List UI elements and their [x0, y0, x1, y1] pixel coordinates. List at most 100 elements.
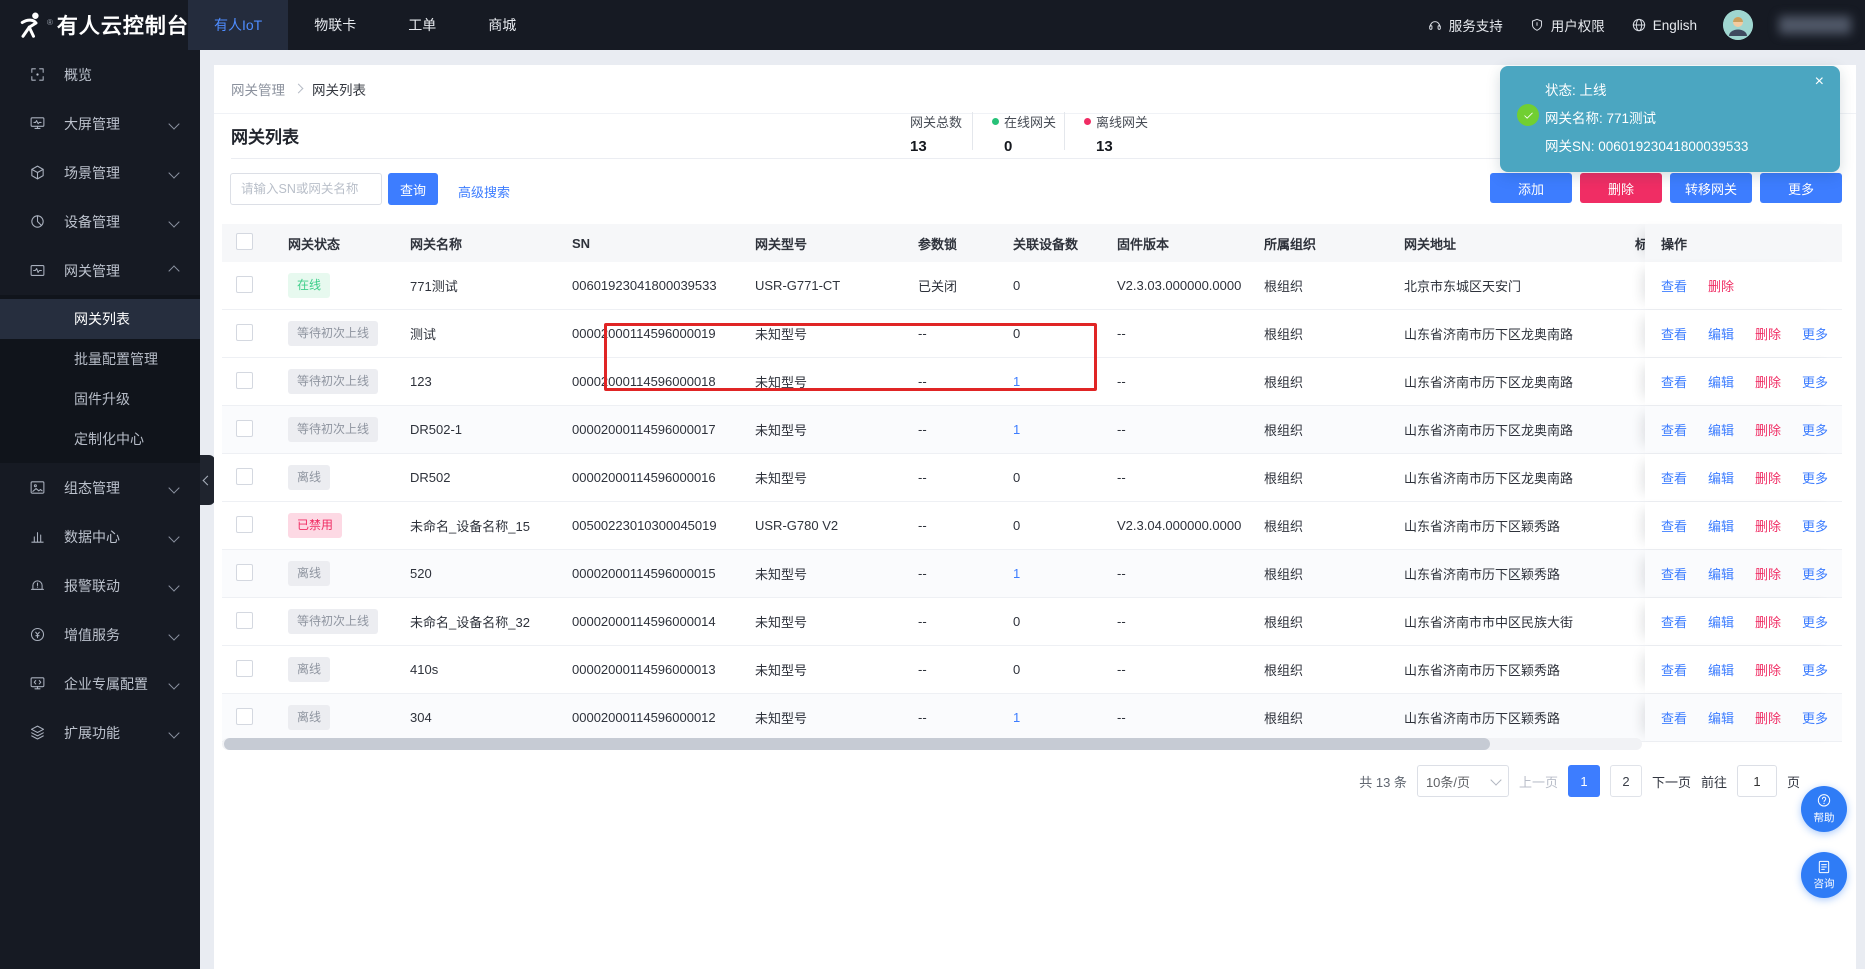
- device-count[interactable]: 1: [1013, 710, 1020, 725]
- device-count[interactable]: 1: [1013, 422, 1020, 437]
- row-checkbox[interactable]: [236, 371, 253, 389]
- search-button[interactable]: 查询: [388, 173, 438, 205]
- op-delete-link[interactable]: 删除: [1755, 468, 1781, 487]
- op-edit-link[interactable]: 编辑: [1708, 468, 1734, 487]
- op-more-link[interactable]: 更多: [1802, 324, 1828, 343]
- language-switcher[interactable]: English: [1631, 17, 1697, 33]
- page-button-2[interactable]: 2: [1609, 765, 1642, 797]
- op-more-link[interactable]: 更多: [1802, 420, 1828, 439]
- op-more-link[interactable]: 更多: [1802, 372, 1828, 391]
- advanced-search-link[interactable]: 高级搜索: [458, 182, 510, 201]
- row-checkbox[interactable]: [236, 515, 253, 533]
- horizontal-scrollbar-thumb[interactable]: [224, 738, 1490, 750]
- select-all-checkbox[interactable]: [236, 233, 253, 250]
- op-delete-link[interactable]: 删除: [1708, 276, 1734, 295]
- op-view-link[interactable]: 查看: [1661, 468, 1687, 487]
- row-checkbox[interactable]: [236, 323, 253, 341]
- op-view-link[interactable]: 查看: [1661, 372, 1687, 391]
- op-delete-link[interactable]: 删除: [1755, 420, 1781, 439]
- op-view-link[interactable]: 查看: [1661, 564, 1687, 583]
- top-tab-2[interactable]: 物联卡: [288, 0, 382, 50]
- op-view-link[interactable]: 查看: [1661, 420, 1687, 439]
- op-edit-link[interactable]: 编辑: [1708, 564, 1734, 583]
- consult-float-button[interactable]: 咨询: [1801, 852, 1847, 898]
- row-checkbox[interactable]: [236, 419, 253, 437]
- op-view-link[interactable]: 查看: [1661, 708, 1687, 727]
- op-view-link[interactable]: 查看: [1661, 612, 1687, 631]
- help-float-button[interactable]: 帮助: [1801, 786, 1847, 832]
- op-more-link[interactable]: 更多: [1802, 468, 1828, 487]
- op-view-link[interactable]: 查看: [1661, 516, 1687, 535]
- sidebar-item-5[interactable]: 网关管理: [0, 246, 200, 295]
- op-view-link[interactable]: 查看: [1661, 324, 1687, 343]
- action-button-转移网关[interactable]: 转移网关: [1670, 173, 1752, 203]
- op-view-link[interactable]: 查看: [1661, 276, 1687, 295]
- sidebar-item-1[interactable]: 概览: [0, 50, 200, 99]
- action-button-更多[interactable]: 更多: [1760, 173, 1842, 203]
- sidebar-subitem-网关列表[interactable]: 网关列表: [0, 299, 200, 339]
- horizontal-scrollbar-track[interactable]: [222, 738, 1642, 750]
- help-label: 帮助: [1813, 812, 1835, 824]
- sidebar-item-10[interactable]: 企业专属配置: [0, 659, 200, 708]
- row-checkbox[interactable]: [236, 563, 253, 581]
- sidebar-subitem-批量配置管理[interactable]: 批量配置管理: [0, 339, 200, 379]
- firmware-version: --: [1117, 614, 1126, 629]
- action-button-删除[interactable]: 删除: [1580, 173, 1662, 203]
- user-permissions[interactable]: 用户权限: [1529, 15, 1605, 35]
- sidebar-item-6[interactable]: 组态管理: [0, 463, 200, 512]
- sidebar-item-11[interactable]: 扩展功能: [0, 708, 200, 757]
- sidebar-item-7[interactable]: 数据中心: [0, 512, 200, 561]
- op-more-link[interactable]: 更多: [1802, 564, 1828, 583]
- op-delete-link[interactable]: 删除: [1755, 612, 1781, 631]
- op-edit-link[interactable]: 编辑: [1708, 420, 1734, 439]
- page-button-1[interactable]: 1: [1567, 765, 1600, 797]
- device-count[interactable]: 1: [1013, 566, 1020, 581]
- row-checkbox[interactable]: [236, 275, 253, 293]
- op-view-link[interactable]: 查看: [1661, 660, 1687, 679]
- row-checkbox[interactable]: [236, 467, 253, 485]
- goto-page-input[interactable]: [1736, 765, 1777, 797]
- op-more-link[interactable]: 更多: [1802, 612, 1828, 631]
- next-page-button[interactable]: 下一页: [1652, 772, 1691, 791]
- op-more-link[interactable]: 更多: [1802, 660, 1828, 679]
- op-more-link[interactable]: 更多: [1802, 708, 1828, 727]
- top-tab-1[interactable]: 有人IoT: [188, 0, 289, 50]
- page-size-select[interactable]: 10条/页: [1416, 765, 1509, 797]
- op-edit-link[interactable]: 编辑: [1708, 324, 1734, 343]
- device-count[interactable]: 1: [1013, 374, 1020, 389]
- avatar[interactable]: [1723, 10, 1753, 40]
- row-checkbox[interactable]: [236, 659, 253, 677]
- sidebar-item-8[interactable]: 报警联动: [0, 561, 200, 610]
- row-checkbox[interactable]: [236, 611, 253, 629]
- sidebar-subitem-固件升级[interactable]: 固件升级: [0, 379, 200, 419]
- op-delete-link[interactable]: 删除: [1755, 516, 1781, 535]
- op-edit-link[interactable]: 编辑: [1708, 516, 1734, 535]
- op-delete-link[interactable]: 删除: [1755, 708, 1781, 727]
- breadcrumb-parent[interactable]: 网关管理: [231, 79, 285, 99]
- prev-page-button[interactable]: 上一页: [1519, 772, 1558, 791]
- sidebar-subitem-定制化中心[interactable]: 定制化中心: [0, 419, 200, 459]
- op-delete-link[interactable]: 删除: [1755, 324, 1781, 343]
- op-delete-link[interactable]: 删除: [1755, 564, 1781, 583]
- op-edit-link[interactable]: 编辑: [1708, 660, 1734, 679]
- top-tab-3[interactable]: 工单: [382, 0, 462, 50]
- action-button-添加[interactable]: 添加: [1490, 173, 1572, 203]
- top-tab-4[interactable]: 商城: [462, 0, 542, 50]
- toast-close-icon[interactable]: ×: [1815, 74, 1824, 90]
- sidebar-item-9[interactable]: 增值服务: [0, 610, 200, 659]
- op-more-link[interactable]: 更多: [1802, 516, 1828, 535]
- op-edit-link[interactable]: 编辑: [1708, 372, 1734, 391]
- sidebar-item-4[interactable]: 设备管理: [0, 197, 200, 246]
- sidebar-item-2[interactable]: 大屏管理: [0, 99, 200, 148]
- op-edit-link[interactable]: 编辑: [1708, 612, 1734, 631]
- search-input[interactable]: [230, 173, 382, 205]
- op-edit-link[interactable]: 编辑: [1708, 708, 1734, 727]
- service-support[interactable]: 服务支持: [1427, 15, 1503, 35]
- sidebar-item-3[interactable]: 场景管理: [0, 148, 200, 197]
- sidebar-collapse-handle[interactable]: [200, 455, 215, 505]
- row-checkbox[interactable]: [236, 707, 253, 725]
- op-delete-link[interactable]: 删除: [1755, 372, 1781, 391]
- op-delete-link[interactable]: 删除: [1755, 660, 1781, 679]
- organization: 根组织: [1264, 327, 1304, 342]
- gateway-sn: 00002000114596000016: [572, 470, 716, 485]
